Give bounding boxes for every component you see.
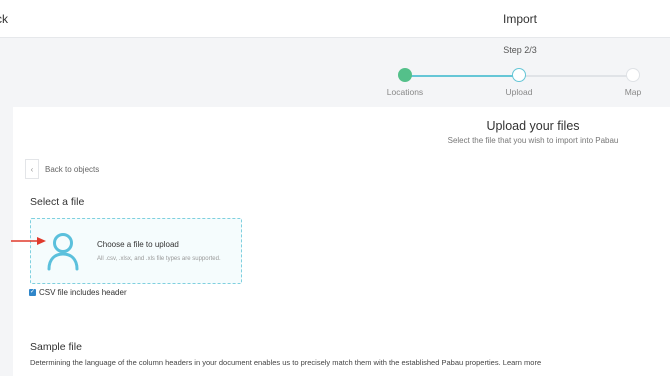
stepper-line-pending — [519, 75, 633, 77]
upload-title: Upload your files — [486, 119, 580, 133]
csv-header-label: CSV file includes header — [39, 288, 127, 297]
select-file-heading: Select a file — [30, 196, 85, 208]
step-dot-locations — [398, 68, 412, 82]
stepper-line-completed — [405, 75, 519, 77]
page-title: Import — [502, 12, 537, 26]
sample-file-heading: Sample file — [30, 341, 82, 353]
user-icon — [47, 233, 79, 271]
step-dot-upload — [512, 68, 526, 82]
step-label-upload: Upload — [505, 87, 533, 97]
step-label-map: Map — [624, 87, 642, 97]
sample-file-description: Determining the language of the column h… — [30, 358, 542, 367]
top-bar: ck Import — [0, 0, 670, 38]
file-dropzone[interactable]: Choose a file to upload All .csv, .xlsx,… — [30, 218, 242, 284]
upload-card: Upload your files Select the file that y… — [11, 107, 670, 376]
dropzone-subtitle: All .csv, .xlsx, and .xls file types are… — [97, 256, 221, 262]
upload-subtitle: Select the file that you wish to import … — [447, 136, 619, 145]
step-indicator: Step 2/3 — [503, 45, 537, 55]
back-to-objects-label: Back to objects — [45, 164, 100, 174]
stepper: Locations Upload Map — [0, 60, 670, 100]
chevron-left-icon: ‹ — [25, 159, 39, 179]
dropzone-title: Choose a file to upload — [97, 240, 179, 249]
red-arrow-icon — [11, 237, 46, 245]
back-to-objects-button[interactable]: ‹ Back to objects — [25, 159, 99, 179]
csv-header-option: ✓ CSV file includes header — [29, 288, 127, 297]
csv-header-checkbox[interactable]: ✓ — [29, 289, 36, 296]
step-dot-map — [626, 68, 640, 82]
step-label-locations: Locations — [386, 87, 424, 97]
